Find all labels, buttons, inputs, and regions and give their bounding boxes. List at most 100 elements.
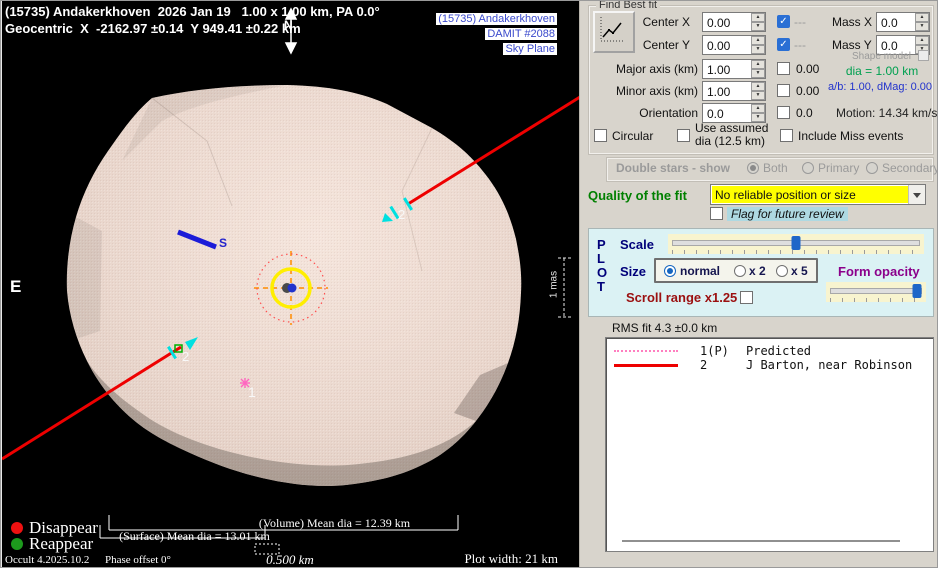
plot-letter-t: T xyxy=(597,279,605,294)
size-normal-label: normal xyxy=(680,264,720,278)
scale-slider[interactable] xyxy=(668,234,924,254)
horizontal-scrollbar[interactable] xyxy=(622,540,900,542)
center-x-label: Center X xyxy=(632,15,690,29)
size-radio-group: normal x 2 x 5 xyxy=(654,258,818,283)
dropdown-arrow-icon[interactable] xyxy=(908,185,925,204)
shape-model-label: Shape model xyxy=(852,51,911,62)
orientation-label: Orientation xyxy=(602,106,698,120)
double-secondary-label: Secondary xyxy=(882,161,938,175)
spin-down-icon[interactable]: ▼ xyxy=(915,22,929,31)
spin-up-icon[interactable]: ▲ xyxy=(915,36,929,45)
center-x-fit-checkbox[interactable] xyxy=(777,15,790,28)
plot-letter-o: O xyxy=(597,265,607,280)
use-assumed-label-2: dia (12.5 km) xyxy=(695,134,765,148)
chord-2-label-bottom: 2 xyxy=(182,349,189,364)
minor-axis-spinner[interactable]: 1.00 ▲▼ xyxy=(702,81,766,101)
overlay-asteroid-name: (15735) Andakerkhoven xyxy=(436,13,557,25)
flag-review-checkbox[interactable] xyxy=(710,207,723,220)
control-panel: Find Best fit Center X 0.00 ▲▼ --- Mass … xyxy=(579,1,938,568)
observer-name: J Barton, near Robinson xyxy=(746,358,912,372)
size-x2-label: x 2 xyxy=(749,264,766,278)
best-fit-button[interactable] xyxy=(593,11,635,53)
double-secondary-radio[interactable] xyxy=(866,162,878,174)
include-miss-label: Include Miss events xyxy=(798,129,903,143)
major-axis-fit-checkbox[interactable] xyxy=(777,62,790,75)
spin-up-icon[interactable]: ▲ xyxy=(751,104,765,113)
fit-chart-icon xyxy=(595,13,629,47)
spin-up-icon[interactable]: ▲ xyxy=(751,82,765,91)
shape-plot-svg xyxy=(2,1,580,568)
scale-label: Scale xyxy=(620,237,654,252)
double-both-radio[interactable] xyxy=(747,162,759,174)
observer-list: 1(P) Predicted 2 J Barton, near Robinson xyxy=(605,337,934,552)
orientation-err: 0.0 xyxy=(796,106,813,120)
north-label: N xyxy=(284,18,293,32)
ab-dmag-readout: a/b: 1.00, dMag: 0.00 xyxy=(806,81,932,93)
spin-up-icon[interactable]: ▲ xyxy=(751,60,765,69)
orientation-spinner[interactable]: 0.0 ▲▼ xyxy=(702,103,766,123)
list-item-predicted[interactable]: 1(P) Predicted xyxy=(606,338,933,354)
mass-x-spinner[interactable]: 0.0 ▲▼ xyxy=(876,12,930,32)
size-x5-radio[interactable] xyxy=(776,265,788,277)
plot-letter-p: P xyxy=(597,237,606,252)
spin-down-icon[interactable]: ▼ xyxy=(751,45,765,54)
shape-model-checkbox[interactable] xyxy=(918,50,929,61)
form-opacity-slider[interactable] xyxy=(826,282,926,302)
form-opacity-slider-thumb[interactable] xyxy=(913,284,922,298)
scale-slider-thumb[interactable] xyxy=(792,236,801,250)
include-miss-checkbox[interactable] xyxy=(780,129,793,142)
size-x2-radio[interactable] xyxy=(734,265,746,277)
quality-label: Quality of the fit xyxy=(588,188,687,203)
double-both-label: Both xyxy=(763,161,788,175)
spin-up-icon[interactable]: ▲ xyxy=(751,36,765,45)
legend-reappear: Reappear xyxy=(29,534,93,554)
minor-axis-fit-checkbox[interactable] xyxy=(777,84,790,97)
orientation-fit-checkbox[interactable] xyxy=(777,106,790,119)
predicted-line-swatch xyxy=(614,350,678,352)
spin-up-icon[interactable]: ▲ xyxy=(751,13,765,22)
spin-down-icon[interactable]: ▼ xyxy=(751,69,765,78)
disappear-dot-icon xyxy=(11,522,23,534)
use-assumed-dia-checkbox[interactable] xyxy=(677,129,690,142)
center-y-fit-checkbox[interactable] xyxy=(777,38,790,51)
overlay-sky-plane: Sky Plane xyxy=(503,43,557,55)
occult-window: (15735) Andakerkhoven 2026 Jan 19 1.00 x… xyxy=(0,0,938,568)
size-x5-label: x 5 xyxy=(791,264,808,278)
chord-2-label-top: 2 xyxy=(398,207,405,222)
dia-readout: dia = 1.00 km xyxy=(832,64,932,78)
minor-axis-label: Minor axis (km) xyxy=(602,84,698,98)
center-x-spinner[interactable]: 0.00 ▲▼ xyxy=(702,12,766,32)
scale-bar-label: 0.500 km xyxy=(240,552,340,568)
double-stars-title: Double stars - show xyxy=(616,161,730,175)
major-axis-spinner[interactable]: 1.00 ▲▼ xyxy=(702,59,766,79)
major-axis-label: Major axis (km) xyxy=(602,62,698,76)
occult-version: Occult 4.2025.10.2 xyxy=(5,554,89,566)
mas-label: 1 mas xyxy=(549,261,560,309)
double-primary-radio[interactable] xyxy=(802,162,814,174)
geocentric-coords: Geocentric X -2162.97 ±0.14 Y 949.41 ±0.… xyxy=(5,21,301,36)
circular-checkbox[interactable] xyxy=(594,129,607,142)
center-x-dash: --- xyxy=(794,15,806,29)
spin-up-icon[interactable]: ▲ xyxy=(915,13,929,22)
size-normal-radio[interactable] xyxy=(664,265,676,277)
find-best-fit-title: Find Best fit xyxy=(596,0,660,11)
center-y-spinner[interactable]: 0.00 ▲▼ xyxy=(702,35,766,55)
rms-fit-readout: RMS fit 4.3 ±0.0 km xyxy=(612,321,717,335)
sky-plane-canvas: (15735) Andakerkhoven 2026 Jan 19 1.00 x… xyxy=(1,1,579,568)
double-primary-label: Primary xyxy=(818,161,859,175)
spin-down-icon[interactable]: ▼ xyxy=(751,22,765,31)
scroll-range-label: Scroll range x1.25 xyxy=(626,290,737,305)
center-dot xyxy=(288,284,297,293)
observed-line-swatch xyxy=(614,364,678,367)
size-label: Size xyxy=(620,264,646,279)
spin-down-icon[interactable]: ▼ xyxy=(751,91,765,100)
predicted-chord-label: 1 xyxy=(248,384,256,400)
major-axis-err: 0.00 xyxy=(796,62,819,76)
scroll-range-checkbox[interactable] xyxy=(740,291,753,304)
center-y-label: Center Y xyxy=(632,38,690,52)
plot-width: Plot width: 21 km xyxy=(442,551,558,567)
flag-review-label: Flag for future review xyxy=(727,207,848,221)
overlay-damit-id: DAMIT #2088 xyxy=(485,28,557,40)
quality-dropdown[interactable]: No reliable position or size xyxy=(710,184,926,205)
list-item-observer-2[interactable]: 2 J Barton, near Robinson xyxy=(606,354,933,370)
